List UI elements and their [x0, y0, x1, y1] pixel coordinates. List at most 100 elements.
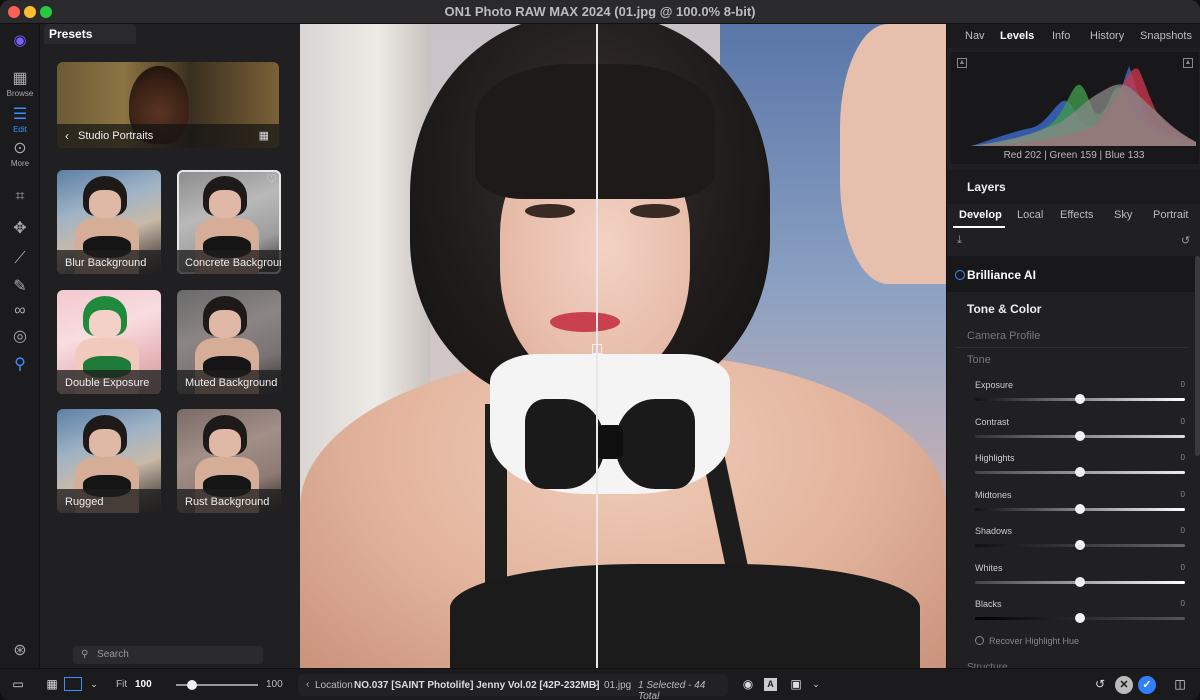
recover-highlight-hue[interactable]: Recover Highlight Hue — [975, 636, 1079, 646]
tab-develop[interactable]: Develop — [959, 209, 1002, 221]
photo-bangs — [475, 64, 715, 199]
radio-icon[interactable] — [975, 636, 984, 645]
apply-button[interactable]: ✓ — [1138, 676, 1156, 694]
slider-shadows[interactable]: Shadows 0 — [975, 526, 1185, 558]
rail-browse[interactable]: ▦ Browse — [0, 70, 40, 98]
single-view-button-icon[interactable] — [64, 677, 82, 691]
location-label: Location — [315, 680, 353, 691]
slider-label: Contrast — [975, 416, 1010, 427]
presets-tab[interactable]: Presets — [44, 24, 136, 44]
status-bar: ▭ ▦ ⌄ Fit 100 100 ‹ Location NO.037 [SAI… — [0, 668, 1200, 700]
magic-wand-tool[interactable]: ⟋ — [0, 250, 40, 268]
preset-thumb-rust-background[interactable]: Rust Background — [177, 409, 281, 513]
tab-effects[interactable]: Effects — [1060, 209, 1093, 221]
slider-midtones[interactable]: Midtones 0 — [975, 490, 1185, 522]
brilliance-ai-row[interactable]: Brilliance AI — [947, 256, 1195, 292]
move-tool[interactable]: ✥ — [0, 220, 40, 238]
right-panel-toggle-icon[interactable]: ◫ — [1172, 676, 1188, 692]
mask-view-icon[interactable]: ▣ — [788, 676, 804, 692]
slider-label: Whites — [975, 562, 1003, 573]
tab-nav[interactable]: Nav — [965, 30, 985, 42]
slider-highlights[interactable]: Highlights 0 — [975, 453, 1185, 485]
thumb-face — [89, 310, 121, 338]
search-icon: ⚲ — [81, 649, 89, 660]
slider-knob[interactable] — [1075, 503, 1085, 514]
file-name: 01.jpg — [604, 680, 632, 691]
preset-thumb-rugged[interactable]: Rugged — [57, 409, 161, 513]
preset-thumb-double-exposure[interactable]: Double Exposure — [57, 290, 161, 394]
auto-icon[interactable]: A — [764, 678, 777, 691]
tab-local[interactable]: Local — [1017, 209, 1043, 221]
slider-knob[interactable] — [1075, 576, 1085, 587]
camera-profile-label[interactable]: Camera Profile — [967, 330, 1040, 342]
eye-preview-icon[interactable]: ◉ — [740, 676, 756, 692]
back-chevron-icon[interactable]: ‹ — [65, 129, 69, 143]
slider-knob[interactable] — [1075, 467, 1085, 477]
brush-tool[interactable]: ✎ — [0, 278, 40, 296]
slider-knob[interactable] — [1075, 394, 1085, 404]
thumb-face — [209, 190, 241, 218]
thumb-face — [209, 310, 241, 338]
slider-knob[interactable] — [1075, 430, 1085, 441]
slider-contrast[interactable]: Contrast 0 — [975, 417, 1185, 449]
preset-thumb-muted-background[interactable]: Muted Background — [177, 290, 281, 394]
favorite-heart-icon[interactable]: ♡ — [266, 172, 277, 186]
fit-label[interactable]: Fit — [116, 679, 127, 690]
location-dropdown-icon[interactable]: ⌄ — [592, 678, 600, 689]
zoom-tool[interactable]: ⚲ — [0, 356, 40, 374]
panel-scrollbar[interactable] — [1195, 256, 1200, 456]
left-tool-rail: ◉ ▦ Browse ☰ Edit ⊙ More ⌗ ✥ ⟋ ✎ ∞ ◎ ⚲ ⊛ — [0, 24, 40, 668]
layers-header[interactable]: Layers — [947, 170, 1200, 204]
crop-tool[interactable]: ⌗ — [0, 188, 40, 206]
tab-history[interactable]: History — [1090, 30, 1124, 42]
location-back-icon[interactable]: ‹ — [306, 679, 309, 690]
preset-label: Concrete Background — [177, 250, 281, 274]
slider-label: Blacks — [975, 599, 1002, 609]
help-icon: ⊛ — [13, 642, 27, 659]
slider-whites[interactable]: Whites 0 — [975, 563, 1185, 595]
slider-blacks[interactable]: Blacks 0 — [975, 599, 1185, 631]
grid-view-button-icon[interactable]: ▦ — [44, 676, 60, 692]
reset-icon[interactable]: ↺ — [1181, 234, 1190, 247]
tone-color-header[interactable]: Tone & Color — [947, 292, 1195, 324]
split-handle[interactable] — [592, 344, 602, 354]
fingerprint-tool[interactable]: ◎ — [0, 328, 40, 346]
photo-arm — [840, 24, 946, 284]
preset-thumb-blur-background[interactable]: Blur Background — [57, 170, 161, 274]
tab-levels[interactable]: Levels — [1000, 30, 1034, 42]
slider-value: 0 — [1180, 380, 1185, 389]
preset-label: Rust Background — [177, 489, 281, 513]
rail-edit-label: Edit — [13, 125, 27, 134]
tab-snapshots[interactable]: Snapshots — [1140, 30, 1192, 42]
brilliance-toggle-icon[interactable] — [955, 270, 965, 280]
undo-icon[interactable]: ↺ — [1092, 676, 1108, 692]
photo-canvas[interactable] — [300, 24, 946, 668]
mask-dropdown-icon[interactable]: ⌄ — [808, 676, 824, 692]
blend-tool[interactable]: ∞ — [0, 302, 40, 320]
cancel-button[interactable]: ✕ — [1115, 676, 1133, 694]
tab-portrait[interactable]: Portrait — [1153, 209, 1188, 221]
view-dropdown-icon[interactable]: ⌄ — [86, 676, 102, 692]
rail-edit[interactable]: ☰ Edit — [0, 106, 40, 134]
grid-view-icon[interactable]: ▦ — [259, 129, 269, 142]
tab-info[interactable]: Info — [1052, 30, 1070, 42]
title-bar: ON1 Photo RAW MAX 2024 (01.jpg @ 100.0% … — [0, 0, 1200, 24]
slider-exposure[interactable]: Exposure 0 — [975, 380, 1185, 412]
save-preset-icon[interactable]: ⤓ — [957, 234, 962, 247]
app-window: ON1 Photo RAW MAX 2024 (01.jpg @ 100.0% … — [0, 0, 1200, 700]
thumb-face — [89, 429, 121, 457]
divider — [957, 347, 1187, 348]
left-panel-toggle-icon[interactable]: ▭ — [10, 676, 26, 692]
preset-label: Double Exposure — [57, 370, 161, 394]
zoom-slider-knob[interactable] — [187, 680, 198, 690]
location-bar[interactable]: ‹ Location NO.037 [SAINT Photolife] Jenn… — [298, 674, 728, 700]
featured-category-card[interactable]: ‹ Studio Portraits ▦ — [57, 62, 279, 148]
slider-knob[interactable] — [1075, 613, 1085, 623]
tab-sky[interactable]: Sky — [1114, 209, 1132, 221]
slider-knob[interactable] — [1075, 540, 1085, 550]
help-tool[interactable]: ⊛ — [0, 642, 40, 660]
crop-icon: ⌗ — [15, 188, 25, 205]
preset-thumb-concrete-background[interactable]: ♡ Concrete Background — [177, 170, 281, 274]
preset-search-input[interactable]: ⚲ Search — [73, 646, 263, 664]
rail-more[interactable]: ⊙ More — [0, 140, 40, 168]
